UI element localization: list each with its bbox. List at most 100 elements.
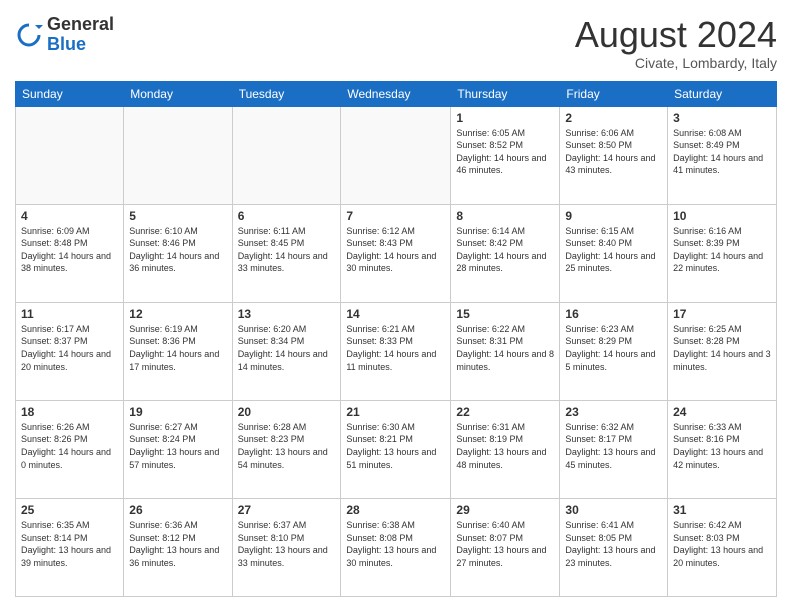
- header-day-wednesday: Wednesday: [341, 81, 451, 106]
- calendar-cell: 4Sunrise: 6:09 AM Sunset: 8:48 PM Daylig…: [16, 204, 124, 302]
- calendar-cell: 20 Sunrise: 6:28 AM Sunset: 8:23 PM Dayli…: [232, 400, 341, 498]
- calendar-cell: 13 Sunrise: 6:20 AM Sunset: 8:34 PM Dayli…: [232, 302, 341, 400]
- day-number: 31: [673, 503, 771, 517]
- day-number: 16: [565, 307, 662, 321]
- calendar-cell: [341, 106, 451, 204]
- day-number: 27: [238, 503, 336, 517]
- logo-blue: Blue: [47, 34, 86, 54]
- day-info: Sunrise: 6:05 AM Sunset: 8:52 PM Dayligh…: [456, 127, 554, 177]
- day-number: 9: [565, 209, 662, 223]
- calendar-cell: 6Sunrise: 6:11 AM Sunset: 8:45 PM Daylig…: [232, 204, 341, 302]
- calendar-cell: [124, 106, 232, 204]
- day-info: Sunrise: 6:27 AM Sunset: 8:24 PM Dayligh…: [129, 421, 226, 471]
- header-day-friday: Friday: [560, 81, 668, 106]
- calendar-cell: 28Sunrise: 6:38 AM Sunset: 8:08 PM Dayli…: [341, 498, 451, 596]
- day-number: 3: [673, 111, 771, 125]
- calendar-cell: 22Sunrise: 6:31 AM Sunset: 8:19 PM Dayli…: [451, 400, 560, 498]
- day-number: 15: [456, 307, 554, 321]
- header-day-saturday: Saturday: [668, 81, 777, 106]
- day-number: 20: [238, 405, 336, 419]
- day-number: 4: [21, 209, 118, 223]
- day-number: 13: [238, 307, 336, 321]
- calendar-cell: 31 Sunrise: 6:42 AM Sunset: 8:03 PM Dayli…: [668, 498, 777, 596]
- header-day-sunday: Sunday: [16, 81, 124, 106]
- calendar-cell: 5 Sunrise: 6:10 AM Sunset: 8:46 PM Daylig…: [124, 204, 232, 302]
- calendar-cell: 2 Sunrise: 6:06 AM Sunset: 8:50 PM Daylig…: [560, 106, 668, 204]
- calendar-body: 1 Sunrise: 6:05 AM Sunset: 8:52 PM Daylig…: [16, 106, 777, 596]
- day-info: Sunrise: 6:20 AM Sunset: 8:34 PM Dayligh…: [238, 323, 336, 373]
- logo: General Blue: [15, 15, 114, 55]
- calendar-cell: 14Sunrise: 6:21 AM Sunset: 8:33 PM Dayli…: [341, 302, 451, 400]
- calendar-cell: 8Sunrise: 6:14 AM Sunset: 8:42 PM Daylig…: [451, 204, 560, 302]
- day-number: 18: [21, 405, 118, 419]
- title-block: August 2024 Civate, Lombardy, Italy: [575, 15, 777, 71]
- day-info: Sunrise: 6:36 AM Sunset: 8:12 PM Dayligh…: [129, 519, 226, 569]
- day-info: Sunrise: 6:15 AM Sunset: 8:40 PM Dayligh…: [565, 225, 662, 275]
- calendar-cell: 3 Sunrise: 6:08 AM Sunset: 8:49 PM Daylig…: [668, 106, 777, 204]
- week-row-2: 11Sunrise: 6:17 AM Sunset: 8:37 PM Dayli…: [16, 302, 777, 400]
- day-info: Sunrise: 6:21 AM Sunset: 8:33 PM Dayligh…: [346, 323, 445, 373]
- day-number: 2: [565, 111, 662, 125]
- day-number: 11: [21, 307, 118, 321]
- month-title: August 2024: [575, 15, 777, 55]
- day-info: Sunrise: 6:37 AM Sunset: 8:10 PM Dayligh…: [238, 519, 336, 569]
- calendar-cell: 30Sunrise: 6:41 AM Sunset: 8:05 PM Dayli…: [560, 498, 668, 596]
- day-info: Sunrise: 6:28 AM Sunset: 8:23 PM Dayligh…: [238, 421, 336, 471]
- calendar-cell: 26 Sunrise: 6:36 AM Sunset: 8:12 PM Dayli…: [124, 498, 232, 596]
- day-info: Sunrise: 6:35 AM Sunset: 8:14 PM Dayligh…: [21, 519, 118, 569]
- day-number: 30: [565, 503, 662, 517]
- day-number: 23: [565, 405, 662, 419]
- day-number: 29: [456, 503, 554, 517]
- calendar-cell: 11Sunrise: 6:17 AM Sunset: 8:37 PM Dayli…: [16, 302, 124, 400]
- day-info: Sunrise: 6:12 AM Sunset: 8:43 PM Dayligh…: [346, 225, 445, 275]
- day-info: Sunrise: 6:33 AM Sunset: 8:16 PM Dayligh…: [673, 421, 771, 471]
- day-number: 24: [673, 405, 771, 419]
- day-number: 7: [346, 209, 445, 223]
- calendar-cell: 18Sunrise: 6:26 AM Sunset: 8:26 PM Dayli…: [16, 400, 124, 498]
- calendar-cell: 23 Sunrise: 6:32 AM Sunset: 8:17 PM Dayli…: [560, 400, 668, 498]
- day-info: Sunrise: 6:42 AM Sunset: 8:03 PM Dayligh…: [673, 519, 771, 569]
- page: General Blue August 2024 Civate, Lombard…: [0, 0, 792, 612]
- calendar-cell: 24 Sunrise: 6:33 AM Sunset: 8:16 PM Dayli…: [668, 400, 777, 498]
- header-day-tuesday: Tuesday: [232, 81, 341, 106]
- day-info: Sunrise: 6:06 AM Sunset: 8:50 PM Dayligh…: [565, 127, 662, 177]
- calendar-cell: 9 Sunrise: 6:15 AM Sunset: 8:40 PM Daylig…: [560, 204, 668, 302]
- day-number: 26: [129, 503, 226, 517]
- calendar-table: SundayMondayTuesdayWednesdayThursdayFrid…: [15, 81, 777, 597]
- week-row-1: 4Sunrise: 6:09 AM Sunset: 8:48 PM Daylig…: [16, 204, 777, 302]
- calendar-cell: 25Sunrise: 6:35 AM Sunset: 8:14 PM Dayli…: [16, 498, 124, 596]
- day-number: 5: [129, 209, 226, 223]
- calendar-cell: 1 Sunrise: 6:05 AM Sunset: 8:52 PM Daylig…: [451, 106, 560, 204]
- calendar-cell: 15 Sunrise: 6:22 AM Sunset: 8:31 PM Dayli…: [451, 302, 560, 400]
- logo-text: General Blue: [47, 15, 114, 55]
- day-info: Sunrise: 6:40 AM Sunset: 8:07 PM Dayligh…: [456, 519, 554, 569]
- day-info: Sunrise: 6:22 AM Sunset: 8:31 PM Dayligh…: [456, 323, 554, 373]
- calendar-cell: 16 Sunrise: 6:23 AM Sunset: 8:29 PM Dayli…: [560, 302, 668, 400]
- header: General Blue August 2024 Civate, Lombard…: [15, 15, 777, 71]
- day-info: Sunrise: 6:30 AM Sunset: 8:21 PM Dayligh…: [346, 421, 445, 471]
- week-row-3: 18Sunrise: 6:26 AM Sunset: 8:26 PM Dayli…: [16, 400, 777, 498]
- logo-icon: [15, 21, 43, 49]
- calendar-cell: 19 Sunrise: 6:27 AM Sunset: 8:24 PM Dayli…: [124, 400, 232, 498]
- day-number: 6: [238, 209, 336, 223]
- header-row: SundayMondayTuesdayWednesdayThursdayFrid…: [16, 81, 777, 106]
- day-number: 19: [129, 405, 226, 419]
- logo-general: General: [47, 14, 114, 34]
- day-number: 1: [456, 111, 554, 125]
- day-info: Sunrise: 6:32 AM Sunset: 8:17 PM Dayligh…: [565, 421, 662, 471]
- day-number: 22: [456, 405, 554, 419]
- calendar-cell: [16, 106, 124, 204]
- calendar-cell: 12Sunrise: 6:19 AM Sunset: 8:36 PM Dayli…: [124, 302, 232, 400]
- day-info: Sunrise: 6:23 AM Sunset: 8:29 PM Dayligh…: [565, 323, 662, 373]
- calendar-cell: 17Sunrise: 6:25 AM Sunset: 8:28 PM Dayli…: [668, 302, 777, 400]
- calendar-header: SundayMondayTuesdayWednesdayThursdayFrid…: [16, 81, 777, 106]
- header-day-monday: Monday: [124, 81, 232, 106]
- day-info: Sunrise: 6:16 AM Sunset: 8:39 PM Dayligh…: [673, 225, 771, 275]
- calendar-cell: 21Sunrise: 6:30 AM Sunset: 8:21 PM Dayli…: [341, 400, 451, 498]
- calendar-cell: 10Sunrise: 6:16 AM Sunset: 8:39 PM Dayli…: [668, 204, 777, 302]
- day-info: Sunrise: 6:14 AM Sunset: 8:42 PM Dayligh…: [456, 225, 554, 275]
- day-info: Sunrise: 6:10 AM Sunset: 8:46 PM Dayligh…: [129, 225, 226, 275]
- calendar: SundayMondayTuesdayWednesdayThursdayFrid…: [15, 81, 777, 597]
- day-info: Sunrise: 6:08 AM Sunset: 8:49 PM Dayligh…: [673, 127, 771, 177]
- location: Civate, Lombardy, Italy: [575, 55, 777, 71]
